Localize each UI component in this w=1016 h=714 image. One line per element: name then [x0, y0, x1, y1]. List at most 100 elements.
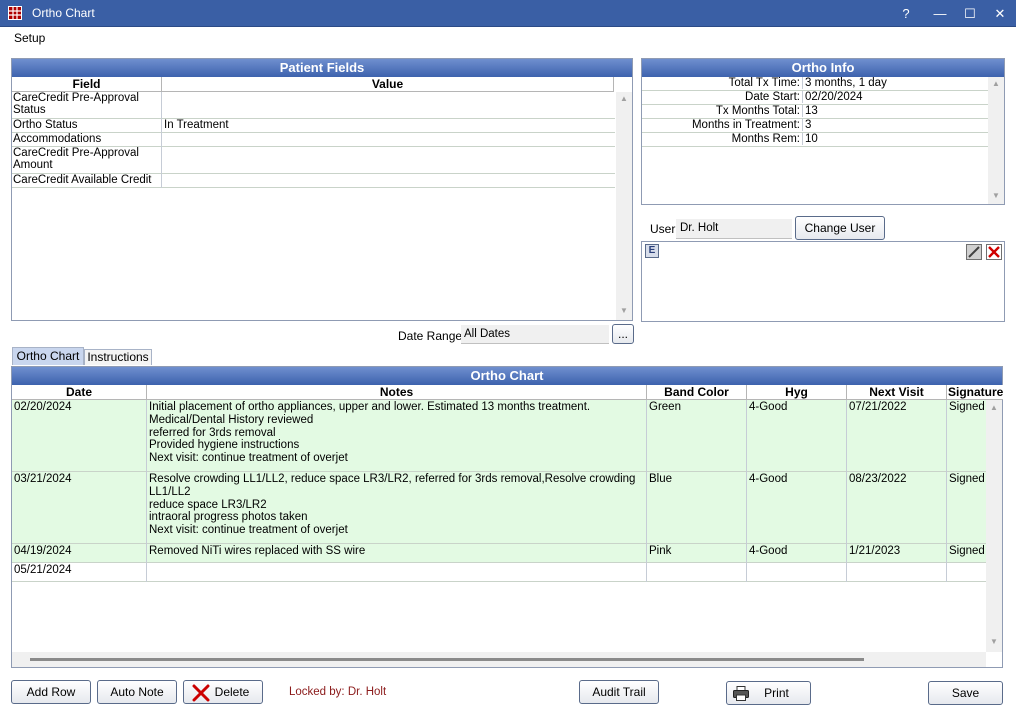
- next-visit-column-header[interactable]: Next Visit: [847, 385, 947, 400]
- scroll-up-arrow-icon[interactable]: ▲: [617, 94, 631, 103]
- hyg-cell[interactable]: 4-Good: [747, 472, 847, 544]
- notes-cell[interactable]: [147, 563, 647, 582]
- note-line: reduce space LR3/LR2: [149, 498, 267, 511]
- value-column-header[interactable]: Value: [162, 77, 614, 92]
- add-row-button[interactable]: Add Row: [11, 680, 91, 704]
- table-row[interactable]: 04/19/2024 Removed NiTi wires replaced w…: [12, 544, 986, 563]
- ortho-chart-grid: 02/20/2024 Initial placement of ortho ap…: [12, 400, 986, 652]
- ortho-chart-app-icon: [8, 6, 22, 20]
- info-label: Date Start:: [642, 91, 803, 103]
- signature-cell[interactable]: Signed: [947, 544, 986, 563]
- date-cell: 05/21/2024: [12, 563, 147, 582]
- table-row[interactable]: CareCredit Pre-Approval Status: [12, 92, 615, 119]
- band-color-cell[interactable]: Pink: [647, 544, 747, 563]
- next-visit-cell[interactable]: [847, 563, 947, 582]
- notes-column-header[interactable]: Notes: [147, 385, 647, 400]
- menu-bar: Setup: [0, 27, 1016, 49]
- ortho-info-panel: Ortho Info Total Tx Time: 3 months, 1 da…: [641, 58, 1005, 205]
- date-range-picker-button[interactable]: ...: [612, 324, 634, 344]
- info-value: 3 months, 1 day: [805, 77, 887, 89]
- edit-e-icon[interactable]: E: [645, 244, 659, 258]
- next-visit-cell[interactable]: 07/21/2022: [847, 400, 947, 472]
- help-button[interactable]: ?: [890, 0, 922, 27]
- tab-instructions[interactable]: Instructions: [84, 349, 152, 365]
- maximize-button[interactable]: ☐: [954, 0, 986, 27]
- note-line: Next visit: continue treatment of overje…: [149, 524, 348, 537]
- audit-trail-button[interactable]: Audit Trail: [579, 680, 659, 704]
- user-field[interactable]: Dr. Holt: [676, 219, 792, 239]
- date-cell: 03/21/2024: [12, 472, 147, 544]
- ortho-info-scrollbar[interactable]: ▲ ▼: [988, 77, 1004, 204]
- ortho-chart-vscrollbar[interactable]: ▲ ▼: [986, 400, 1002, 652]
- scroll-up-arrow-icon[interactable]: ▲: [987, 403, 1001, 412]
- signature-cell[interactable]: Signed: [947, 472, 986, 544]
- next-visit-cell[interactable]: 1/21/2023: [847, 544, 947, 563]
- date-cell: 02/20/2024: [12, 400, 147, 472]
- note-line: referred for 3rds removal: [149, 426, 276, 439]
- signature-box[interactable]: E: [641, 241, 1005, 322]
- ortho-chart-header: Ortho Chart: [12, 367, 1002, 385]
- info-row: Date Start: 02/20/2024: [642, 91, 988, 105]
- notes-cell[interactable]: Removed NiTi wires replaced with SS wire: [147, 544, 647, 563]
- field-cell: CareCredit Available Credit: [13, 174, 162, 188]
- band-color-cell[interactable]: Blue: [647, 472, 747, 544]
- field-cell: CareCredit Pre-Approval Amount: [13, 147, 162, 174]
- tab-ortho-chart[interactable]: Ortho Chart: [12, 347, 84, 365]
- hyg-column-header[interactable]: Hyg: [747, 385, 847, 400]
- printer-icon: [733, 686, 749, 701]
- info-value: 10: [805, 133, 818, 145]
- scroll-down-arrow-icon[interactable]: ▼: [987, 637, 1001, 646]
- table-row[interactable]: Ortho Status In Treatment: [12, 119, 615, 133]
- close-button[interactable]: ✕: [984, 0, 1016, 27]
- table-row[interactable]: 05/21/2024: [12, 563, 986, 582]
- hyg-cell[interactable]: [747, 563, 847, 582]
- hyg-cell[interactable]: 4-Good: [747, 400, 847, 472]
- scroll-down-arrow-icon[interactable]: ▼: [989, 191, 1003, 200]
- field-cell: Ortho Status: [13, 119, 162, 133]
- notes-cell[interactable]: Resolve crowding LL1/LL2, reduce space L…: [147, 472, 647, 544]
- date-range-label: Date Range: [398, 329, 463, 343]
- table-row[interactable]: 03/21/2024 Resolve crowding LL1/LL2, red…: [12, 472, 986, 544]
- info-value: 3: [805, 119, 812, 131]
- hyg-cell[interactable]: 4-Good: [747, 544, 847, 563]
- note-line: Removed NiTi wires replaced with SS wire: [149, 545, 366, 557]
- next-visit-cell[interactable]: 08/23/2022: [847, 472, 947, 544]
- ortho-chart-hscrollbar[interactable]: [12, 652, 986, 667]
- delete-signature-icon[interactable]: [986, 244, 1002, 260]
- change-user-button[interactable]: Change User: [795, 216, 885, 240]
- delete-label: Delete: [214, 685, 250, 699]
- scroll-up-arrow-icon[interactable]: ▲: [989, 79, 1003, 88]
- patient-fields-scrollbar[interactable]: ▲ ▼: [616, 92, 632, 320]
- band-color-cell[interactable]: Green: [647, 400, 747, 472]
- window-title: Ortho Chart: [32, 6, 95, 20]
- print-button[interactable]: Print: [726, 681, 811, 705]
- user-label: User: [650, 222, 676, 236]
- value-cell[interactable]: In Treatment: [164, 119, 604, 131]
- signature-column-header[interactable]: Signature: [947, 385, 1003, 400]
- notes-cell[interactable]: Initial placement of ortho appliances, u…: [147, 400, 647, 472]
- save-button[interactable]: Save: [928, 681, 1003, 705]
- date-range-field[interactable]: All Dates: [461, 325, 609, 344]
- table-row[interactable]: Accommodations: [12, 133, 615, 147]
- note-line: Medical/Dental History reviewed: [149, 413, 314, 426]
- delete-button[interactable]: Delete: [183, 680, 263, 704]
- clear-signature-icon[interactable]: [966, 244, 982, 260]
- ortho-chart-panel: Ortho Chart Date Notes Band Color Hyg Ne…: [11, 366, 1003, 668]
- table-row[interactable]: CareCredit Pre-Approval Amount: [12, 147, 615, 174]
- minimize-button[interactable]: —: [924, 0, 956, 27]
- signature-cell[interactable]: [947, 563, 986, 582]
- auto-note-button[interactable]: Auto Note: [97, 680, 177, 704]
- hscroll-thumb[interactable]: [30, 658, 864, 661]
- band-color-cell[interactable]: [647, 563, 747, 582]
- table-row[interactable]: 02/20/2024 Initial placement of ortho ap…: [12, 400, 986, 472]
- band-color-column-header[interactable]: Band Color: [647, 385, 747, 400]
- field-cell: CareCredit Pre-Approval Status: [13, 92, 162, 119]
- date-column-header[interactable]: Date: [12, 385, 147, 400]
- patient-fields-panel: Patient Fields Field Value CareCredit Pr…: [11, 58, 633, 321]
- info-label: Months Rem:: [642, 133, 803, 145]
- signature-cell[interactable]: Signed: [947, 400, 986, 472]
- menu-setup[interactable]: Setup: [14, 31, 45, 45]
- table-row[interactable]: CareCredit Available Credit: [12, 174, 615, 188]
- field-column-header[interactable]: Field: [12, 77, 162, 92]
- scroll-down-arrow-icon[interactable]: ▼: [617, 306, 631, 315]
